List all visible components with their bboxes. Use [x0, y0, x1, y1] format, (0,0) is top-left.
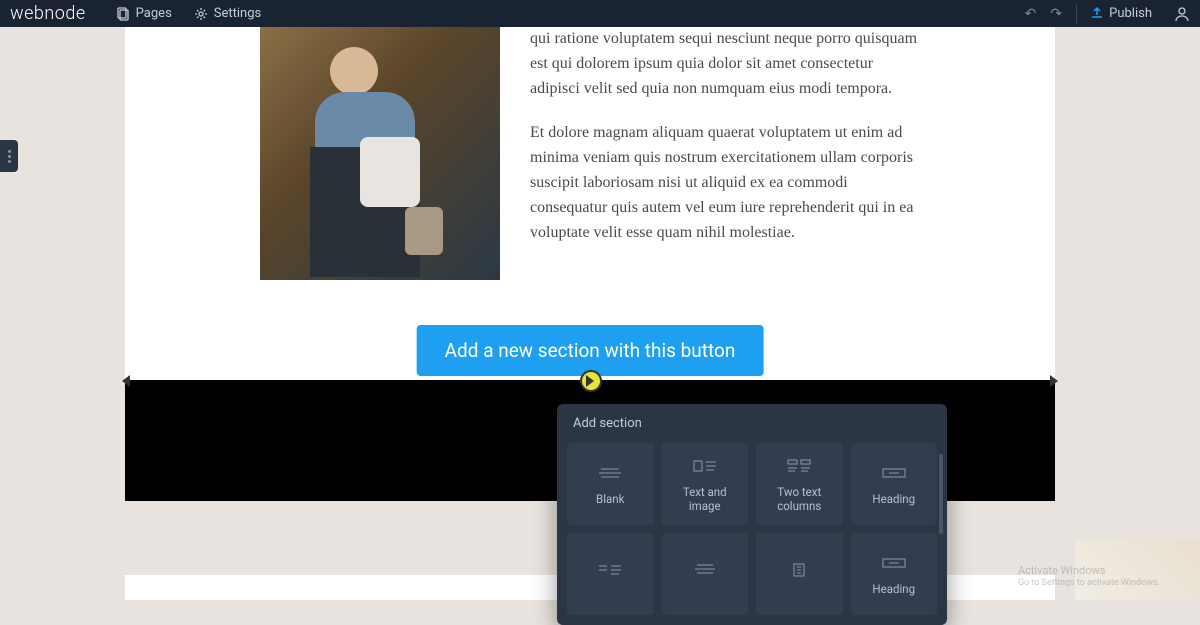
section-text[interactable]: qui ratione voluptatem sequi nesciunt ne…: [530, 27, 920, 280]
two-columns-icon: [786, 455, 812, 477]
section-option-row2-2[interactable]: [662, 533, 749, 615]
windows-watermark: Activate Windows Go to Settings to activ…: [1018, 564, 1160, 590]
dots-icon: [8, 150, 11, 163]
section-option-text-image[interactable]: Text and image: [662, 443, 749, 525]
section-option-two-columns[interactable]: Two text columns: [756, 443, 843, 525]
option-label: Blank: [596, 492, 624, 506]
gear-icon: [194, 7, 208, 21]
user-icon[interactable]: [1174, 6, 1190, 22]
topbar-right: ↶ ↷ Publish: [1025, 4, 1190, 24]
popover-title: Add section: [557, 404, 947, 443]
layout-icon-b: [692, 559, 718, 581]
divider: [1076, 4, 1077, 24]
logo: webnode: [10, 3, 86, 24]
nav-settings[interactable]: Settings: [194, 6, 261, 21]
heading-icon: [881, 462, 907, 484]
watermark-line1: Activate Windows: [1018, 564, 1160, 578]
section-text-image: qui ratione voluptatem sequi nesciunt ne…: [125, 27, 1055, 280]
option-label: Two text columns: [762, 485, 837, 514]
blank-icon: [597, 462, 623, 484]
layout-icon-c: [786, 559, 812, 581]
paragraph-2: Et dolore magnam aliquam quaerat volupta…: [530, 121, 920, 245]
heading-icon-2: [881, 552, 907, 574]
add-section-cta-button[interactable]: Add a new section with this button: [417, 325, 764, 376]
option-label: Heading: [872, 492, 915, 506]
redo-icon[interactable]: ↷: [1050, 6, 1062, 22]
pages-icon: [116, 7, 130, 21]
popover-scrollbar[interactable]: [939, 454, 943, 534]
section-image[interactable]: [260, 27, 500, 280]
topbar: webnode Pages Settings ↶ ↷ Publish: [0, 0, 1200, 27]
section-option-blank[interactable]: Blank: [567, 443, 654, 525]
section-option-row2-4[interactable]: Heading: [851, 533, 938, 615]
watermark-line2: Go to Settings to activate Windows.: [1018, 578, 1160, 590]
publish-label: Publish: [1109, 6, 1152, 21]
add-section-popover: Add section Blank Text and image Two tex…: [557, 404, 947, 625]
option-label: Heading: [872, 582, 915, 596]
layout-icon-a: [597, 559, 623, 581]
nav-pages-label: Pages: [136, 6, 172, 21]
section-option-heading[interactable]: Heading: [851, 443, 938, 525]
upload-icon: [1091, 6, 1103, 22]
section-option-row2-1[interactable]: [567, 533, 654, 615]
section-option-row2-3[interactable]: [756, 533, 843, 615]
left-side-tab[interactable]: [0, 140, 18, 172]
undo-icon[interactable]: ↶: [1025, 6, 1037, 22]
nav-pages[interactable]: Pages: [116, 6, 172, 21]
paragraph-1: qui ratione voluptatem sequi nesciunt ne…: [530, 27, 920, 101]
add-section-circle-button[interactable]: [580, 370, 602, 392]
publish-button[interactable]: Publish: [1091, 6, 1152, 22]
separator-handle-right[interactable]: [1050, 375, 1058, 387]
nav-settings-label: Settings: [214, 6, 261, 21]
text-image-icon: [692, 455, 718, 477]
separator-handle-left[interactable]: [122, 375, 130, 387]
popover-grid: Blank Text and image Two text columns He…: [557, 443, 947, 625]
option-label: Text and image: [668, 485, 743, 514]
